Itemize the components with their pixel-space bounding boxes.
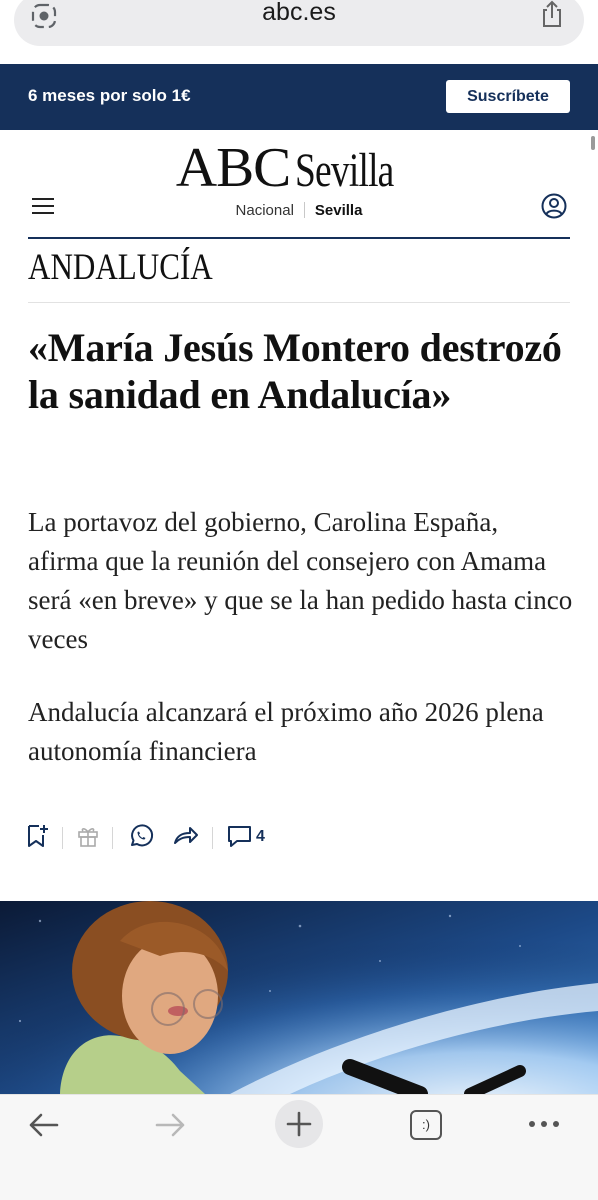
edition-sevilla[interactable]: Sevilla: [315, 202, 363, 219]
subscribe-banner: 6 meses por solo 1€ Suscríbete: [0, 64, 598, 130]
whatsapp-icon[interactable]: [128, 823, 154, 849]
action-divider: [112, 827, 113, 849]
back-icon[interactable]: [26, 1110, 60, 1140]
edition-nacional[interactable]: Nacional: [236, 202, 294, 219]
gift-icon[interactable]: [76, 823, 100, 849]
address-bar[interactable]: abc.es: [14, 0, 584, 46]
action-divider: [62, 827, 63, 849]
user-account-icon[interactable]: [541, 193, 567, 219]
comment-count[interactable]: 4: [256, 828, 265, 846]
masthead-divider: [28, 237, 570, 239]
related-headline[interactable]: Andalucía alcanzará el próximo año 2026 …: [28, 693, 573, 771]
url-text[interactable]: abc.es: [14, 0, 584, 27]
action-divider: [212, 827, 213, 849]
tabs-icon[interactable]: :): [410, 1110, 442, 1140]
edition-nav: Nacional Sevilla: [0, 202, 598, 219]
article-subheadline: La portavoz del gobierno, Carolina Españ…: [28, 507, 573, 654]
article-photo-image: [0, 901, 598, 1094]
bookmark-add-icon[interactable]: [26, 823, 50, 849]
logo-city: Sevilla: [294, 144, 394, 197]
browser-top-bar: abc.es: [0, 0, 598, 64]
subscribe-button[interactable]: Suscríbete: [446, 80, 570, 113]
logo-abc: ABC: [175, 137, 291, 199]
new-tab-icon[interactable]: [274, 1099, 324, 1149]
scrollbar-thumb[interactable]: [591, 136, 595, 150]
article-headline: «María Jesús Montero destrozó la sanidad…: [28, 325, 562, 417]
section-title[interactable]: ANDALUCÍA: [28, 246, 213, 289]
comment-icon[interactable]: [226, 823, 254, 849]
forward-icon[interactable]: [154, 1110, 188, 1140]
subscribe-offer-text: 6 meses por solo 1€: [28, 86, 191, 105]
article-photo[interactable]: [0, 901, 598, 1094]
more-icon[interactable]: [526, 1116, 562, 1132]
edition-divider: [303, 202, 305, 218]
site-logo[interactable]: ABC Sevilla: [0, 136, 598, 199]
share-arrow-icon[interactable]: [172, 823, 200, 849]
share-icon[interactable]: [538, 0, 566, 29]
section-divider: [28, 302, 570, 303]
